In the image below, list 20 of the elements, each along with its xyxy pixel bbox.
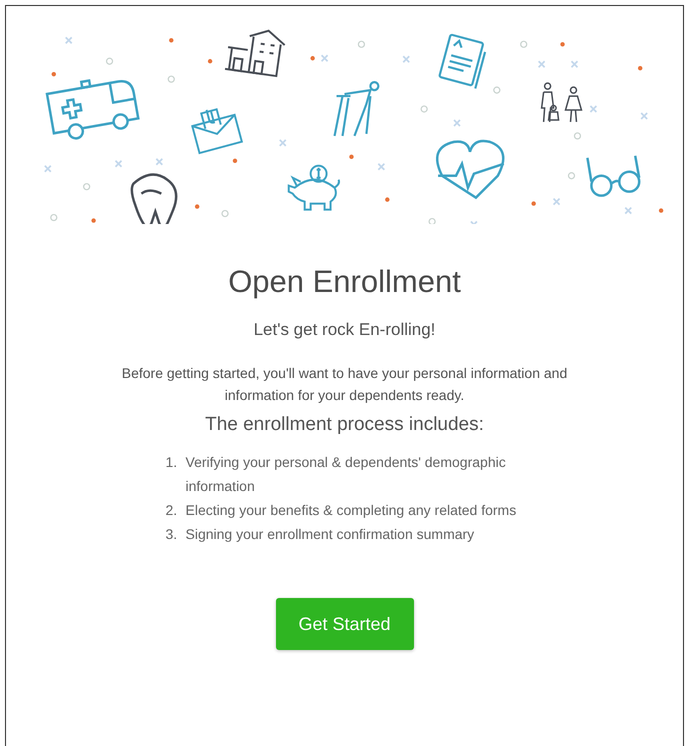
intro-text: Before getting started, you'll want to have your personal information and information for your dependents ready. — [120, 364, 568, 405]
glasses-icon — [586, 154, 640, 197]
page-title: Open Enrollment — [228, 264, 461, 300]
get-started-button[interactable]: Get Started — [276, 598, 414, 650]
document-icon — [438, 33, 486, 90]
step-text: Signing your enrollment confirmation summary — [186, 525, 474, 544]
piggy-bank-icon — [288, 164, 340, 211]
step-text: Electing your benefits & completing any related forms — [186, 501, 516, 520]
family-icon — [540, 82, 582, 123]
tooth-icon — [130, 173, 178, 224]
step-number: 2. — [166, 501, 178, 520]
heart-monitor-icon — [436, 140, 504, 199]
process-heading: The enrollment process includes: — [205, 414, 484, 436]
building-icon — [224, 30, 286, 78]
step-text: Verifying your personal & dependents' demographic information — [186, 453, 507, 496]
step-number: 1. — [166, 453, 178, 472]
envelope-icon — [191, 108, 244, 154]
step-number: 3. — [166, 525, 178, 544]
subtitle: Let's get rock En-rolling! — [254, 320, 436, 340]
ambulance-icon — [46, 79, 140, 140]
